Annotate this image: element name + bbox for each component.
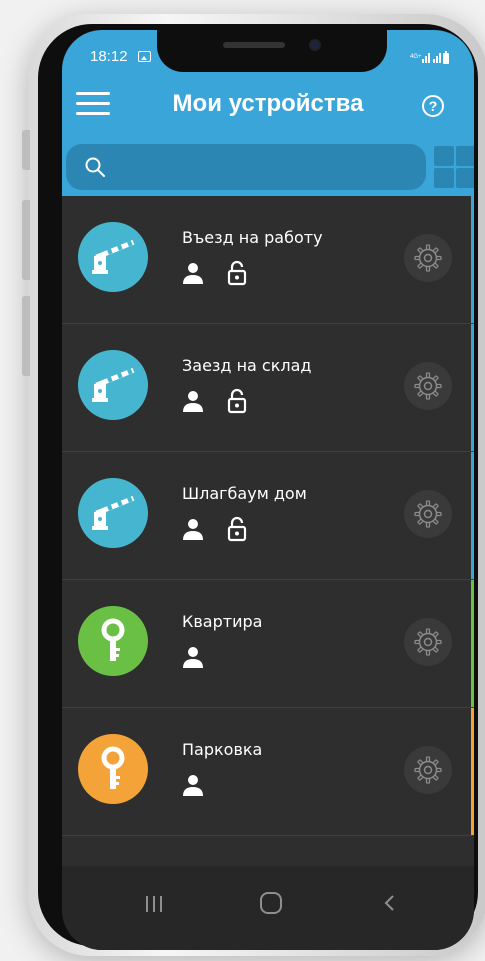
device-avatar <box>78 350 148 420</box>
search-icon <box>85 157 105 177</box>
row-accent-edge <box>471 196 474 323</box>
row-accent-edge <box>471 708 474 835</box>
device-avatar <box>78 734 148 804</box>
app-screen: 18:12 4G+ Мои устройства ? Въезд на рабо… <box>62 30 474 950</box>
phone-side-button <box>22 200 30 280</box>
help-icon[interactable]: ? <box>422 95 444 117</box>
row-accent-edge <box>471 452 474 579</box>
device-row[interactable]: Шлагбаум дом <box>62 452 474 580</box>
front-camera <box>309 39 321 51</box>
svg-text:4G+: 4G+ <box>410 54 422 60</box>
user-icon <box>180 260 206 286</box>
phone-side-button <box>22 130 30 170</box>
header-row: Мои устройства ? <box>62 84 474 128</box>
recent-apps-icon[interactable] <box>144 894 164 914</box>
device-row[interactable]: Парковка <box>62 708 474 836</box>
settings-gear-icon[interactable] <box>404 234 452 282</box>
device-avatar <box>78 478 148 548</box>
back-icon[interactable] <box>380 893 400 913</box>
user-icon <box>180 388 206 414</box>
system-nav-bar <box>62 866 474 950</box>
unlock-icon <box>224 260 250 286</box>
home-icon[interactable] <box>260 892 282 914</box>
device-row[interactable]: Заезд на склад <box>62 324 474 452</box>
user-icon <box>180 772 206 798</box>
page-title: Мои устройства <box>172 90 364 117</box>
settings-gear-icon[interactable] <box>404 490 452 538</box>
row-accent-edge <box>471 580 474 707</box>
user-icon <box>180 644 206 670</box>
device-name: Заезд на склад <box>182 356 312 375</box>
earpiece <box>223 42 285 48</box>
device-avatar <box>78 606 148 676</box>
search-box[interactable] <box>66 144 426 190</box>
device-name: Шлагбаум дом <box>182 484 307 503</box>
image-notification-icon <box>138 51 151 62</box>
device-name: Парковка <box>182 740 263 759</box>
settings-gear-icon[interactable] <box>404 618 452 666</box>
device-name: Квартира <box>182 612 263 631</box>
settings-gear-icon[interactable] <box>404 362 452 410</box>
grid-view-icon[interactable] <box>432 144 474 190</box>
phone-side-button <box>22 296 30 376</box>
unlock-icon <box>224 388 250 414</box>
device-list: Въезд на работу Заезд на склад Шлагбаум до… <box>62 196 474 866</box>
hamburger-menu-icon[interactable] <box>76 92 110 118</box>
user-icon <box>180 516 206 542</box>
unlock-icon <box>224 516 250 542</box>
status-time: 18:12 <box>90 48 128 65</box>
signal-battery-icon: 4G+ <box>410 51 449 64</box>
device-avatar <box>78 222 148 292</box>
search-input[interactable] <box>116 152 416 182</box>
device-name: Въезд на работу <box>182 228 323 247</box>
row-accent-edge <box>471 324 474 451</box>
settings-gear-icon[interactable] <box>404 746 452 794</box>
phone-notch <box>157 30 387 72</box>
search-bar-area <box>62 130 474 196</box>
device-row[interactable]: Въезд на работу <box>62 196 474 324</box>
device-row[interactable]: Квартира <box>62 580 474 708</box>
